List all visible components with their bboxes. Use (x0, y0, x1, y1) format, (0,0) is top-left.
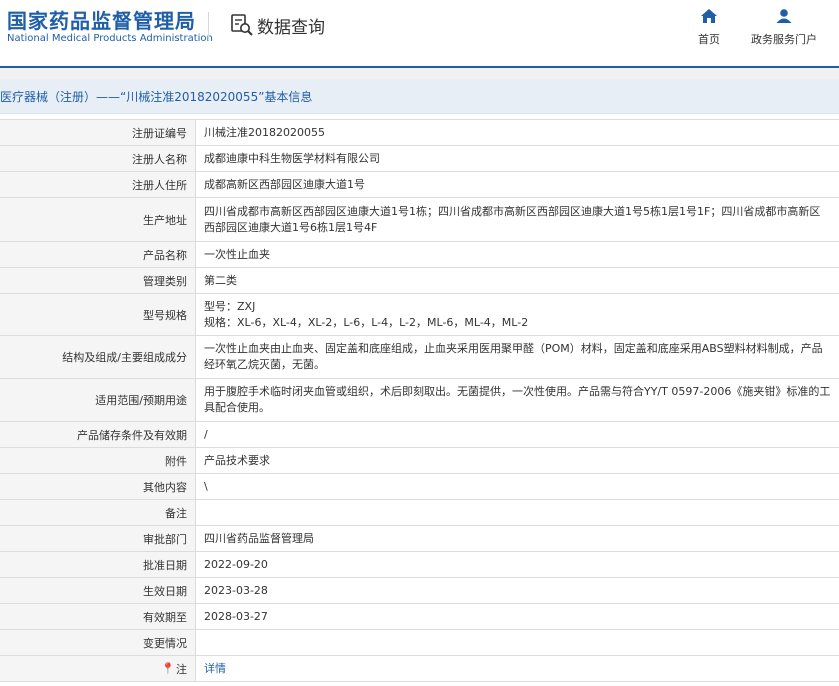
model-value: 型号：ZXJ (204, 299, 256, 313)
table-row: 结构及组成/主要组成成分 一次性止血夹由止血夹、固定盖和底座组成，止血夹采用医用… (0, 336, 839, 379)
search-document-icon (231, 14, 253, 36)
nav-portal-label: 政务服务门户 (751, 33, 817, 46)
row-value: 2022-09-20 (204, 557, 268, 571)
nav-service-portal[interactable]: 政务服务门户 (748, 8, 820, 47)
row-label: 📍 注 (0, 656, 196, 681)
row-label: 适用范围/预期用途 (0, 379, 196, 421)
row-value: 2023-03-28 (204, 583, 268, 597)
table-row: 有效期至 2028-03-27 (0, 604, 839, 630)
table-row: 管理类别 第二类 (0, 268, 839, 294)
row-value: 用于腹腔手术临时闭夹血管或组织，术后即刻取出。无菌提供，一次性使用。产品需与符合… (204, 385, 831, 414)
row-label: 其他内容 (0, 474, 196, 499)
table-row: 适用范围/预期用途 用于腹腔手术临时闭夹血管或组织，术后即刻取出。无菌提供，一次… (0, 379, 839, 422)
row-label: 产品储存条件及有效期 (0, 422, 196, 447)
row-value: 第二类 (204, 273, 237, 287)
detail-table: 注册证编号 川械注准20182020055 注册人名称 成都迪康中科生物医学材料… (0, 119, 839, 682)
row-value: 一次性止血夹 (204, 247, 270, 261)
row-value: / (204, 427, 208, 441)
row-label: 批准日期 (0, 552, 196, 577)
row-label: 生效日期 (0, 578, 196, 603)
row-label: 型号规格 (0, 294, 196, 335)
location-pin-icon: 📍 (161, 662, 175, 675)
site-logo-cn[interactable]: 国家药品监督管理局 (7, 5, 196, 34)
row-value: \ (204, 479, 208, 493)
row-value: 2028-03-27 (204, 609, 268, 623)
home-icon (701, 9, 717, 23)
table-row: 产品名称 一次性止血夹 (0, 242, 839, 268)
table-row: 注册人名称 成都迪康中科生物医学材料有限公司 (0, 146, 839, 172)
row-value: 成都迪康中科生物医学材料有限公司 (204, 151, 380, 165)
nav-home[interactable]: 首页 (691, 8, 727, 47)
row-label: 审批部门 (0, 526, 196, 551)
row-label: 注册人名称 (0, 146, 196, 171)
row-label: 备注 (0, 500, 196, 525)
record-title-bar: 医疗器械（注册）——“川械注准20182020055”基本信息 (0, 79, 839, 114)
data-query-label: 数据查询 (257, 17, 325, 38)
nav-home-label: 首页 (698, 33, 720, 46)
row-label: 附件 (0, 448, 196, 473)
row-value: 成都高新区西部园区迪康大道1号 (204, 177, 365, 191)
header-divider (208, 12, 209, 40)
table-row: 变更情况 (0, 630, 839, 656)
row-label: 生产地址 (0, 198, 196, 241)
table-row: 注册人住所 成都高新区西部园区迪康大道1号 (0, 172, 839, 198)
table-row: 其他内容 \ (0, 474, 839, 500)
row-value: 四川省药品监督管理局 (204, 531, 314, 545)
row-label: 注册证编号 (0, 120, 196, 145)
row-value (196, 500, 839, 525)
details-link[interactable]: 详情 (204, 661, 831, 677)
row-label: 管理类别 (0, 268, 196, 293)
row-label: 注册人住所 (0, 172, 196, 197)
data-query-heading: 数据查询 (230, 12, 325, 38)
row-label: 变更情况 (0, 630, 196, 655)
site-logo-en[interactable]: National Medical Products Administration (7, 33, 213, 44)
table-row: 附件 产品技术要求 (0, 448, 839, 474)
site-header: 国家药品监督管理局 National Medical Products Admi… (0, 0, 839, 66)
user-icon (776, 9, 792, 23)
table-row: 备注 (0, 500, 839, 526)
row-value: 一次性止血夹由止血夹、固定盖和底座组成，止血夹采用医用聚甲醛（POM）材料，固定… (204, 342, 823, 371)
row-value: 型号：ZXJ 规格：XL-6，XL-4，XL-2，L-6，L-4，L-2，ML-… (196, 294, 839, 335)
row-value (196, 630, 839, 655)
table-row: 型号规格 型号：ZXJ 规格：XL-6，XL-4，XL-2，L-6，L-4，L-… (0, 294, 839, 336)
table-row: 生产地址 四川省成都市高新区西部园区迪康大道1号1栋；四川省成都市高新区西部园区… (0, 198, 839, 242)
spec-value: 规格：XL-6，XL-4，XL-2，L-6，L-4，L-2，ML-6，ML-4，… (204, 315, 529, 329)
header-gap (0, 68, 839, 79)
table-row: 📍 注 详情 (0, 656, 839, 682)
table-row: 生效日期 2023-03-28 (0, 578, 839, 604)
row-value: 产品技术要求 (204, 453, 270, 467)
table-row: 批准日期 2022-09-20 (0, 552, 839, 578)
row-value: 详情 (196, 656, 839, 681)
row-value: 川械注准20182020055 (204, 125, 325, 139)
row-value: 四川省成都市高新区西部园区迪康大道1号1栋；四川省成都市高新区西部园区迪康大道1… (204, 204, 821, 234)
row-label: 有效期至 (0, 604, 196, 629)
table-row: 注册证编号 川械注准20182020055 (0, 120, 839, 146)
table-row: 审批部门 四川省药品监督管理局 (0, 526, 839, 552)
row-label: 产品名称 (0, 242, 196, 267)
row-label: 结构及组成/主要组成成分 (0, 336, 196, 378)
table-row: 产品储存条件及有效期 / (0, 422, 839, 448)
record-title: 医疗器械（注册）——“川械注准20182020055”基本信息 (0, 90, 313, 104)
